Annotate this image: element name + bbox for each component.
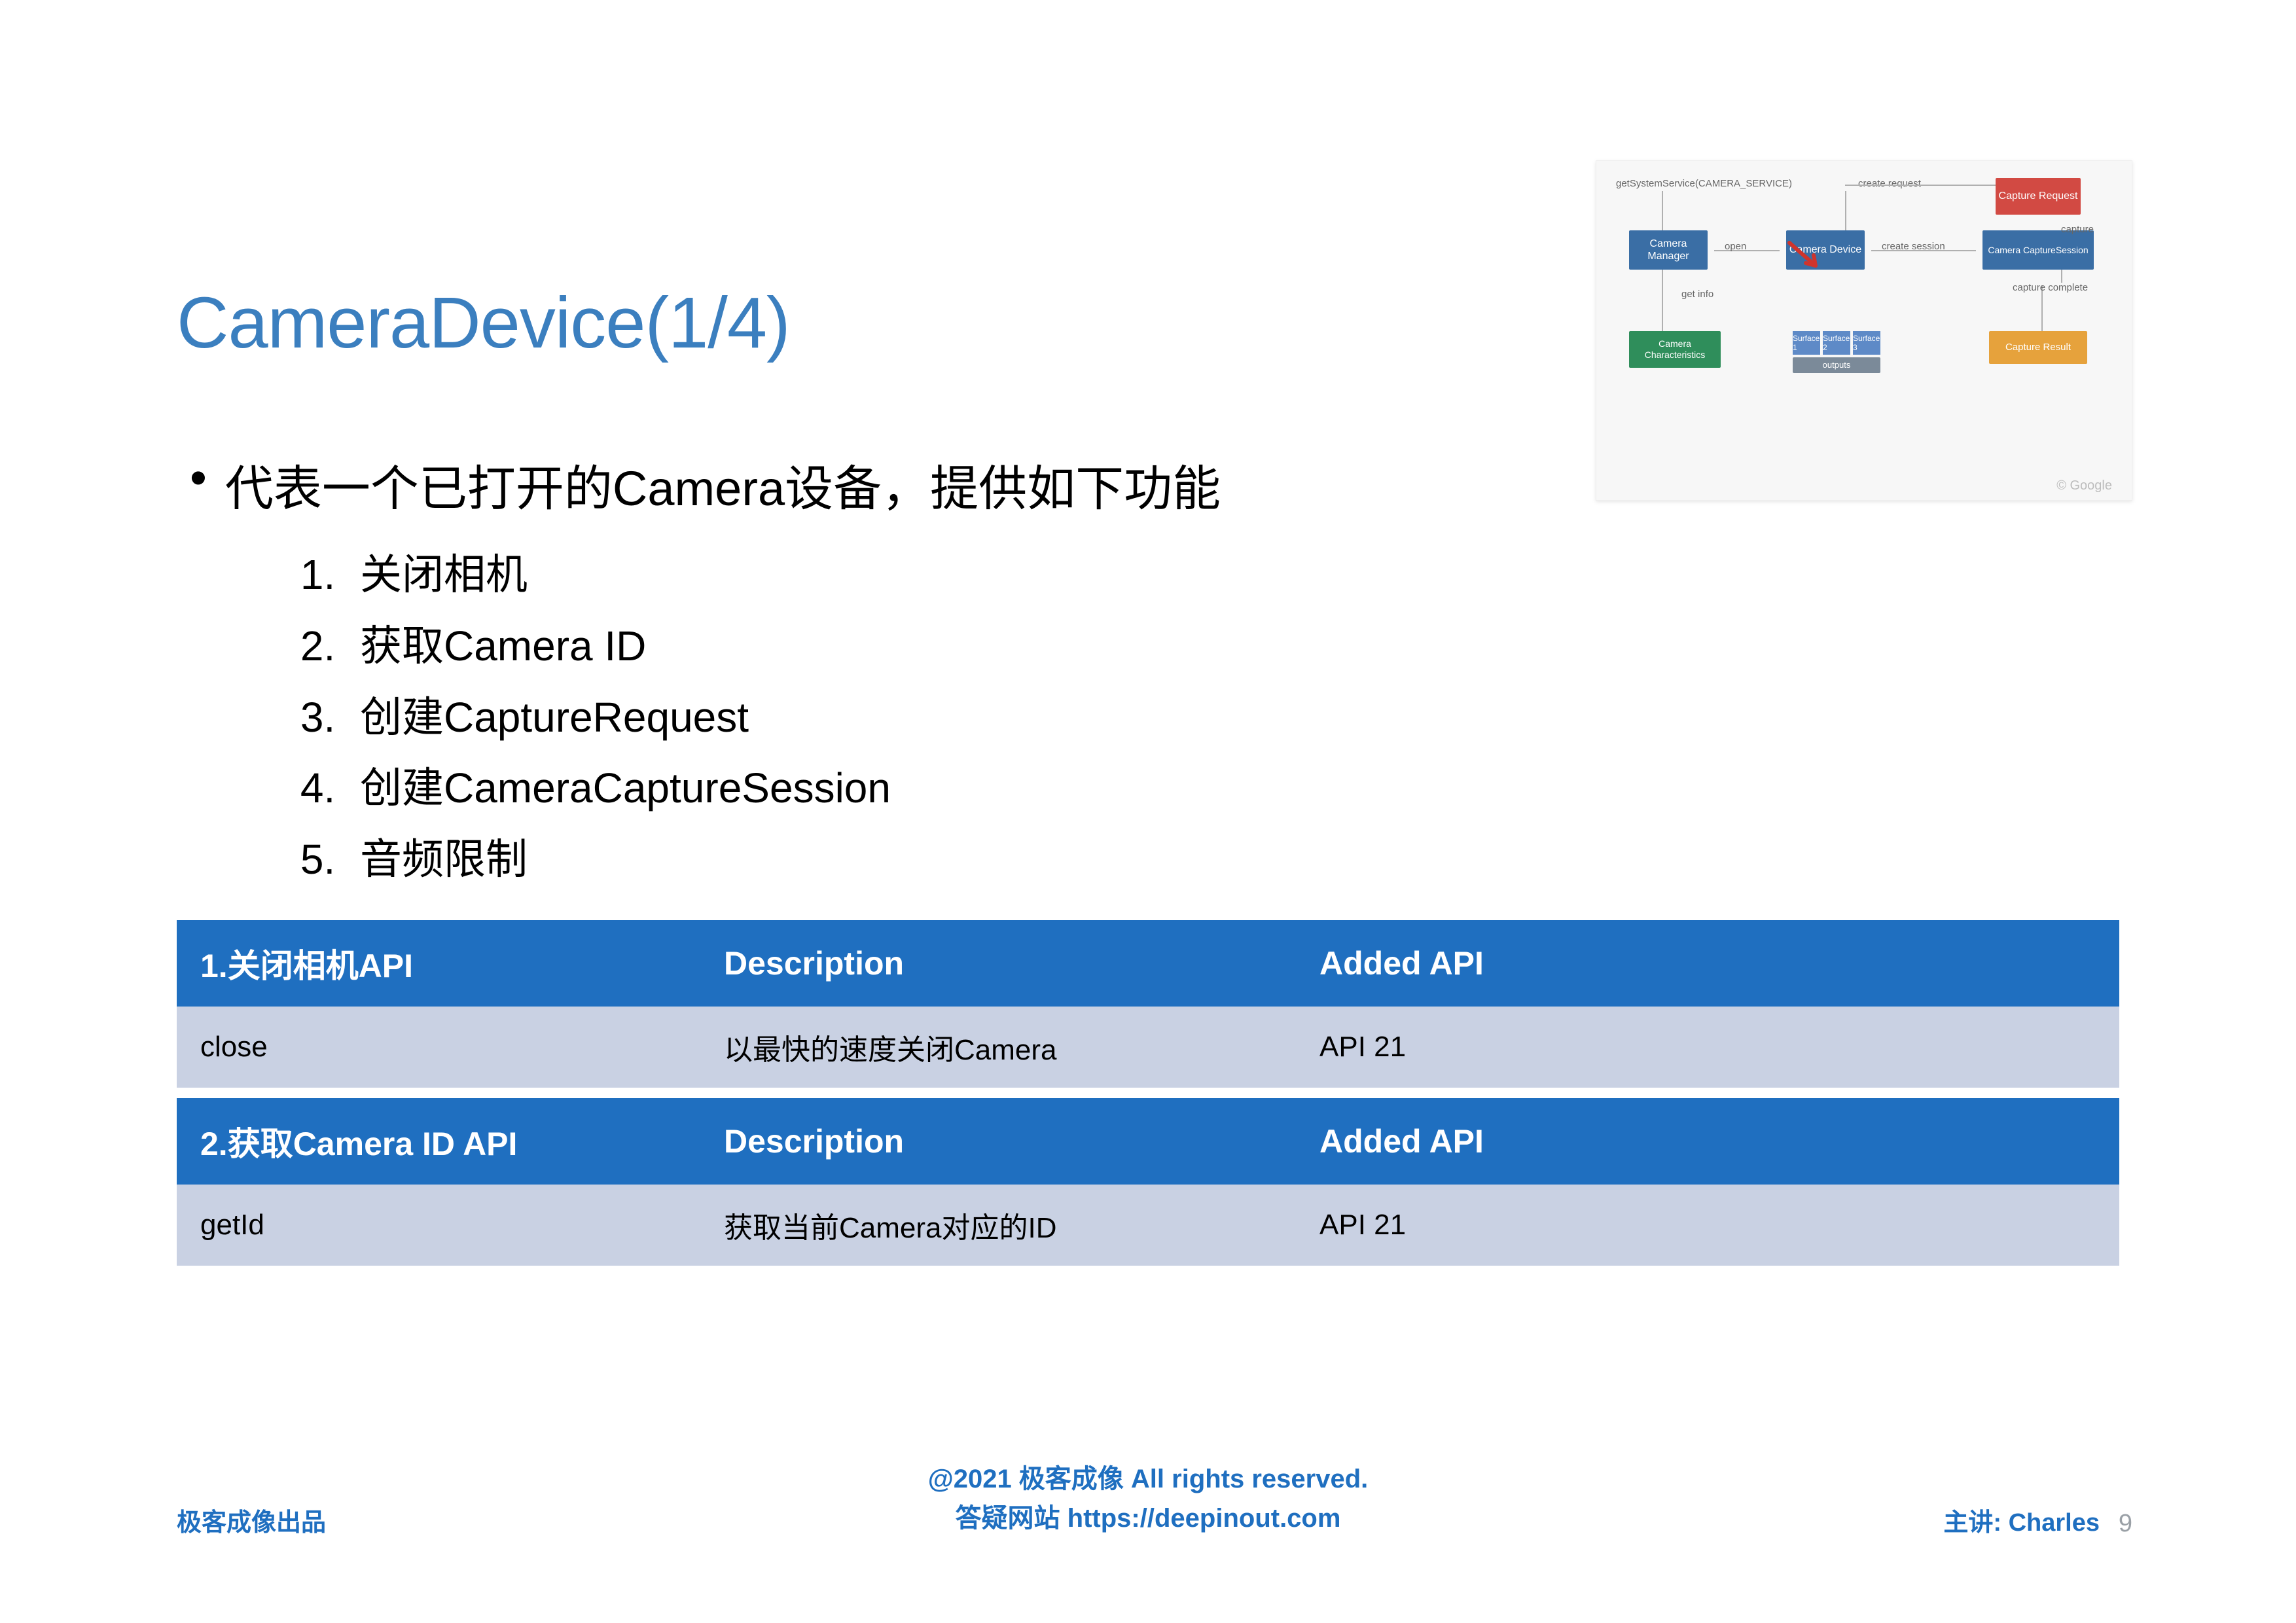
diagram-api-call: getSystemService(CAMERA_SERVICE) bbox=[1616, 178, 1792, 189]
diagram-capture-request: Capture Request bbox=[1996, 178, 2081, 215]
diagram-outputs: outputs bbox=[1793, 357, 1880, 373]
diagram-capture-complete-label: capture complete bbox=[2013, 283, 2091, 294]
feature-list: 关闭相机 获取Camera ID 创建CaptureRequest 创建Came… bbox=[347, 539, 2119, 895]
footer: 极客成像出品 @2021 极客成像 All rights reserved. 答… bbox=[0, 1459, 2296, 1538]
slide: getSystemService(CAMERA_SERVICE) create … bbox=[0, 0, 2296, 1623]
diagram-camera-manager: Camera Manager bbox=[1629, 230, 1708, 270]
diagram-camera-characteristics: Camera Characteristics bbox=[1629, 331, 1721, 368]
table-spacer bbox=[177, 1088, 2119, 1098]
diagram-surface-1: Surface 1 bbox=[1793, 331, 1820, 355]
diagram-red-arrow-icon bbox=[1786, 240, 1825, 279]
table-header: Added API bbox=[1296, 1098, 2119, 1185]
diagram-credit: © Google bbox=[2056, 478, 2112, 493]
table-cell: close bbox=[177, 1007, 700, 1088]
diagram-surface-2: Surface 2 bbox=[1823, 331, 1850, 355]
diagram-create-request-label: create request bbox=[1858, 178, 1921, 189]
diagram-capture-result: Capture Result bbox=[1989, 331, 2087, 364]
page-number: 9 bbox=[2119, 1510, 2132, 1538]
diagram-surface-3: Surface 3 bbox=[1853, 331, 1880, 355]
table-cell: API 21 bbox=[1296, 1007, 2119, 1088]
diagram-thumbnail: getSystemService(CAMERA_SERVICE) create … bbox=[1596, 160, 2132, 501]
table-cell: API 21 bbox=[1296, 1185, 2119, 1266]
table-cell: 以最快的速度关闭Camera bbox=[700, 1007, 1296, 1088]
diagram-get-info-label: get info bbox=[1681, 289, 1713, 300]
diagram-create-session-label: create session bbox=[1882, 241, 1945, 252]
main-bullet-text: 代表一个已打开的Camera设备，提供如下功能 bbox=[225, 450, 1221, 520]
diagram-camera-capsession: Camera CaptureSession bbox=[1982, 230, 2094, 270]
api-table: 1.关闭相机API Description Added API close 以最… bbox=[177, 920, 2119, 1266]
table-header: 1.关闭相机API bbox=[177, 920, 700, 1007]
feature-item: 关闭相机 bbox=[347, 539, 2119, 611]
table-cell: getId bbox=[177, 1185, 700, 1266]
feature-item: 创建CameraCaptureSession bbox=[347, 753, 2119, 824]
table-header: Description bbox=[700, 920, 1296, 1007]
table-header: Description bbox=[700, 1098, 1296, 1185]
table-row: close 以最快的速度关闭Camera API 21 bbox=[177, 1007, 2119, 1088]
table-header-row: 2.获取Camera ID API Description Added API bbox=[177, 1098, 2119, 1185]
table-row: getId 获取当前Camera对应的ID API 21 bbox=[177, 1185, 2119, 1266]
feature-item: 音频限制 bbox=[347, 824, 2119, 895]
table-header-row: 1.关闭相机API Description Added API bbox=[177, 920, 2119, 1007]
feature-item: 创建CaptureRequest bbox=[347, 682, 2119, 753]
table-header: Added API bbox=[1296, 920, 2119, 1007]
table-header: 2.获取Camera ID API bbox=[177, 1098, 700, 1185]
diagram-open-label: open bbox=[1725, 241, 1746, 252]
feature-item: 获取Camera ID bbox=[347, 611, 2119, 682]
table-cell: 获取当前Camera对应的ID bbox=[700, 1185, 1296, 1266]
footer-right: 主讲: Charles bbox=[1943, 1502, 2100, 1538]
footer-center-line1: @2021 极客成像 All rights reserved. bbox=[0, 1459, 2296, 1499]
bullet-dot-icon: • bbox=[190, 454, 207, 502]
diagram-capture-label: capture bbox=[2028, 224, 2094, 235]
